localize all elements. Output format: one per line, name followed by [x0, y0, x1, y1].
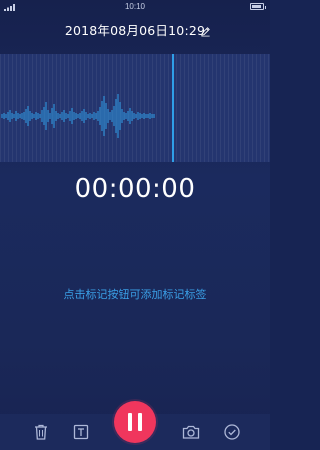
recorder-screen: 10:10 2018年08月06日10:29 00:00:00 点击标记按钮可添…: [0, 0, 270, 450]
status-bar: 10:10: [0, 0, 270, 14]
add-photo-mark-button[interactable]: [181, 422, 201, 442]
waveform: [1, 54, 174, 162]
status-time: 10:10: [124, 2, 146, 11]
trash-icon: [35, 424, 47, 440]
check-icon: [224, 424, 240, 440]
finish-button[interactable]: [222, 422, 242, 442]
text-icon: [73, 424, 89, 440]
waveform-panel: [0, 54, 270, 162]
recording-title[interactable]: 2018年08月06日10:29: [65, 23, 205, 38]
camera-icon: [182, 425, 200, 439]
edit-icon[interactable]: [200, 26, 211, 37]
mark-hint-text: 点击标记按钮可添加标记标签: [63, 288, 207, 301]
header: 2018年08月06日10:29: [0, 18, 270, 44]
elapsed-timer: 00:00:00: [74, 174, 196, 204]
pause-button[interactable]: [114, 401, 156, 443]
delete-button[interactable]: [31, 422, 51, 442]
add-text-mark-button[interactable]: [71, 422, 91, 442]
battery-icon: [250, 3, 266, 10]
